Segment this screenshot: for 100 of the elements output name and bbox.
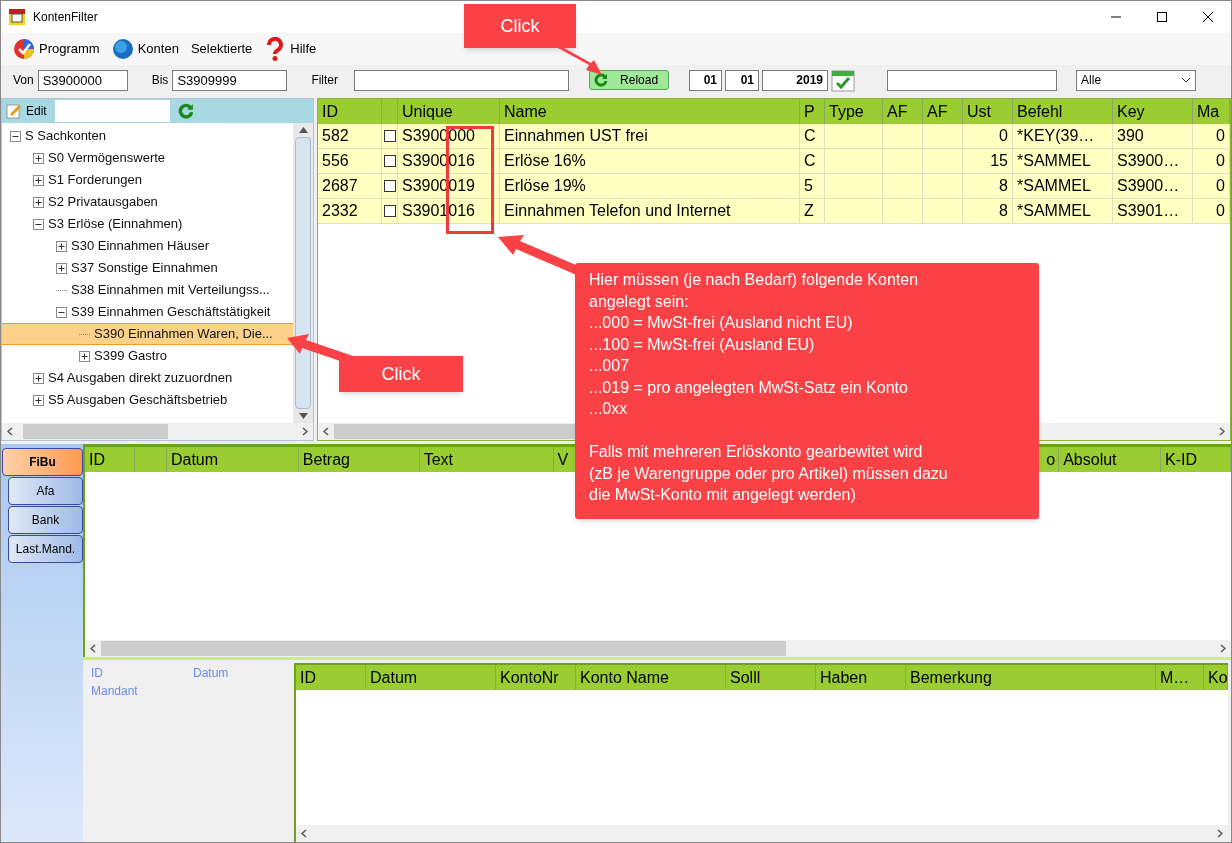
day-field[interactable]: 01 (689, 69, 723, 91)
tree-item[interactable]: S399 Gastro (2, 345, 293, 367)
column-header[interactable]: Konto Name (580, 665, 669, 690)
table-cell: *KEY(39… (1013, 124, 1113, 148)
year-field[interactable]: 2019 (762, 69, 829, 91)
scroll-down-icon[interactable] (298, 413, 308, 419)
row-checkbox[interactable] (383, 130, 396, 142)
tree-item[interactable]: S30 Einnahmen Häuser (2, 235, 293, 257)
table-cell: S3900… (1113, 149, 1193, 173)
note-paragraph: Hier müssen (je nach Bedarf) folgende Konten angelegt sein: ...000 = MwSt-frei (Ausland nicht EU) ...100 = MwSt-frei (Ausland EU) ...007 ...019 = pro angelegten MwSt-Satz ein Konto ...0xx (589, 270, 919, 419)
tree-item[interactable]: S0 Vermögenswerte (2, 147, 293, 169)
side-tab[interactable]: Afa (8, 477, 83, 505)
column-header[interactable]: Text (423, 447, 454, 472)
expand-icon[interactable] (33, 174, 44, 186)
mandant-label: Mandant (91, 683, 138, 700)
scroll-right-icon[interactable] (302, 427, 308, 436)
menu-item[interactable]: Konten (111, 38, 179, 60)
window-title: KontenFilter (33, 9, 98, 26)
table-cell: C (800, 149, 825, 173)
table-cell: *SAMMEL (1013, 149, 1113, 173)
row-checkbox[interactable] (383, 205, 396, 217)
column-header[interactable]: ID (89, 447, 105, 472)
collapse-icon[interactable] (33, 218, 44, 230)
callout-arrow (556, 48, 602, 75)
horizontal-scrollbar[interactable] (85, 640, 1231, 657)
column-header[interactable]: K-ID (1165, 447, 1198, 472)
scroll-right-icon[interactable] (1219, 427, 1225, 436)
scroll-left-icon[interactable] (7, 427, 13, 436)
scroll-left-icon[interactable] (90, 644, 96, 653)
vertical-scrollbar[interactable] (293, 123, 313, 423)
column-header[interactable]: KontoNr (500, 665, 559, 690)
chevron-down-icon (1181, 77, 1192, 83)
side-tab[interactable]: FiBu (2, 448, 83, 476)
refresh-icon[interactable] (177, 103, 194, 119)
column-header[interactable]: M… (1160, 665, 1190, 690)
column-header[interactable]: o (1046, 447, 1056, 472)
column-header[interactable]: Datum (370, 665, 418, 690)
table-cell: 0 (1193, 124, 1230, 148)
row-checkbox[interactable] (383, 155, 396, 167)
expand-icon[interactable] (33, 152, 44, 164)
column-header[interactable]: Absolut (1063, 447, 1117, 472)
month-field[interactable]: 01 (725, 69, 760, 91)
scroll-left-icon[interactable] (323, 427, 329, 436)
menu-item[interactable]: Programm (13, 38, 100, 60)
expand-icon[interactable] (33, 196, 44, 208)
horizontal-scrollbar[interactable] (296, 825, 1228, 842)
datum-label: Datum (193, 665, 229, 682)
tree-search-field[interactable] (54, 100, 170, 122)
side-tab[interactable]: Last.Mand. (8, 535, 83, 563)
horizontal-scrollbar[interactable] (2, 423, 313, 440)
scroll-left-icon[interactable] (301, 829, 307, 838)
text-field[interactable] (887, 69, 1058, 91)
column-header[interactable]: Haben (820, 665, 868, 690)
tree-item[interactable]: S4 Ausgaben direkt zuzuordnen (2, 367, 293, 389)
tree-item[interactable]: S37 Sonstige Einnahmen (2, 257, 293, 279)
menu-item[interactable]: Selektierte (190, 39, 253, 59)
von-field[interactable]: S3900000 (37, 69, 128, 91)
collapse-icon[interactable] (10, 130, 21, 142)
note-paragraph: Falls mit mehreren Erlöskonto gearbewitet wird (zB je Warengruppe oder pro Artikel) müssen dazu die MwSt-Konto mit angelegt werden) (589, 442, 948, 505)
collapse-icon[interactable] (56, 306, 67, 318)
column-header[interactable]: Bemerkung (910, 665, 992, 690)
scroll-up-icon[interactable] (298, 127, 308, 133)
table-cell: *SAMMEL (1013, 199, 1113, 223)
period-dropdown[interactable]: Alle (1076, 69, 1197, 91)
tree-item[interactable]: S2 Privatausgaben (2, 191, 293, 213)
side-tab[interactable]: Bank (8, 506, 83, 534)
filter-field[interactable] (354, 69, 570, 91)
expand-icon[interactable] (33, 372, 44, 384)
expand-icon[interactable] (33, 394, 44, 406)
tree-item[interactable]: S Sachkonten (2, 125, 293, 147)
table-cell: 0 (1193, 149, 1230, 173)
column-header[interactable]: ID (300, 665, 316, 690)
tree-item[interactable]: S3 Erlöse (Einnahmen) (2, 213, 293, 235)
table-cell: Erlöse 16% (500, 149, 800, 173)
menu-item[interactable]: Hilfe (264, 37, 317, 61)
scroll-right-icon[interactable] (1220, 644, 1226, 653)
bis-field[interactable]: S3909999 (172, 69, 288, 91)
tree-item[interactable]: S39 Einnahmen Geschäftstätigkeit (2, 301, 293, 323)
table-cell: Einnahmen Telefon und Internet (500, 199, 800, 223)
table-cell: 0 (963, 124, 1013, 148)
row-checkbox[interactable] (383, 180, 396, 192)
tree-item[interactable]: S5 Ausgaben Geschäftsbetrieb (2, 389, 293, 411)
reload-button[interactable]: Reload (589, 70, 670, 90)
column-header[interactable]: Solll (730, 665, 761, 690)
calendar-check-icon[interactable] (831, 68, 856, 92)
column-header[interactable]: V (557, 447, 569, 472)
column-header[interactable]: Ko (1208, 665, 1228, 690)
column-header[interactable]: Datum (170, 447, 219, 472)
tree-item[interactable]: S390 Einnahmen Waren, Die... (2, 323, 293, 345)
expand-icon[interactable] (56, 262, 67, 274)
expand-icon[interactable] (79, 350, 90, 362)
expand-icon[interactable] (56, 240, 67, 252)
edit-button[interactable]: Edit (6, 102, 51, 120)
tree-item[interactable]: S1 Forderungen (2, 169, 293, 191)
bis-label: Bis (151, 72, 169, 89)
tree-item[interactable]: S38 Einnahmen mit Verteilungss... (2, 279, 293, 301)
column-header[interactable]: Betrag (302, 447, 350, 472)
table-cell: Einnahmen UST frei (500, 124, 800, 148)
scroll-right-icon[interactable] (1217, 829, 1223, 838)
callout-label: Click (464, 4, 576, 48)
